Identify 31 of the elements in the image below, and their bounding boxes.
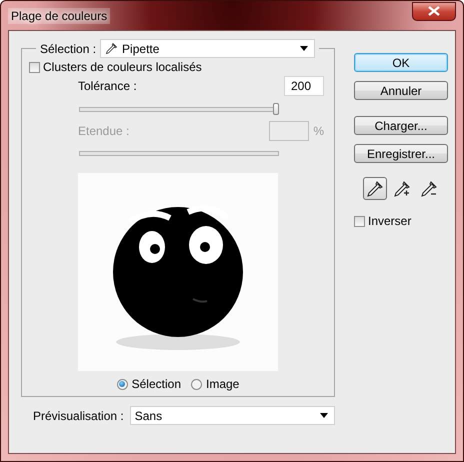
preview-label: Prévisualisation : [33, 408, 124, 422]
selection-dropdown[interactable]: Pipette [100, 39, 316, 58]
checkbox-label: Inverser [368, 214, 412, 228]
caret-icon [320, 413, 328, 418]
eyedropper-icon [366, 180, 384, 198]
dialog-button[interactable]: Enregistrer... [354, 144, 448, 163]
dialog-button[interactable]: Annuler [354, 81, 448, 100]
range-field[interactable] [269, 121, 310, 141]
checkbox[interactable] [29, 62, 40, 72]
percent-label: % [313, 124, 324, 138]
checkbox-label: Clusters de couleurs localisés [43, 60, 202, 74]
radio-label: Sélection [132, 377, 181, 391]
caret-icon [300, 46, 308, 51]
selection-label: Sélection : [40, 42, 96, 56]
dialog-button[interactable]: OK [354, 53, 448, 72]
tolerance-label: Tolérance : [78, 79, 137, 93]
close-button[interactable] [412, 2, 456, 20]
slider-thumb[interactable] [273, 103, 279, 115]
radio-label: Image [206, 377, 240, 391]
eyedropper-minus-icon [420, 180, 438, 198]
radio-button[interactable] [116, 378, 128, 390]
dialog-button[interactable]: Charger... [354, 116, 448, 135]
preview-dropdown[interactable]: Sans [130, 406, 335, 425]
eyedropper-tool-button[interactable] [363, 177, 387, 200]
eyedropper-plus-icon [393, 180, 411, 198]
radio-button[interactable] [191, 378, 202, 390]
tolerance-field[interactable]: 200 [284, 76, 324, 96]
range-label: Etendue : [78, 124, 130, 138]
eyedropper-icon [105, 42, 118, 55]
close-icon [428, 6, 440, 16]
checkbox[interactable] [354, 216, 365, 226]
